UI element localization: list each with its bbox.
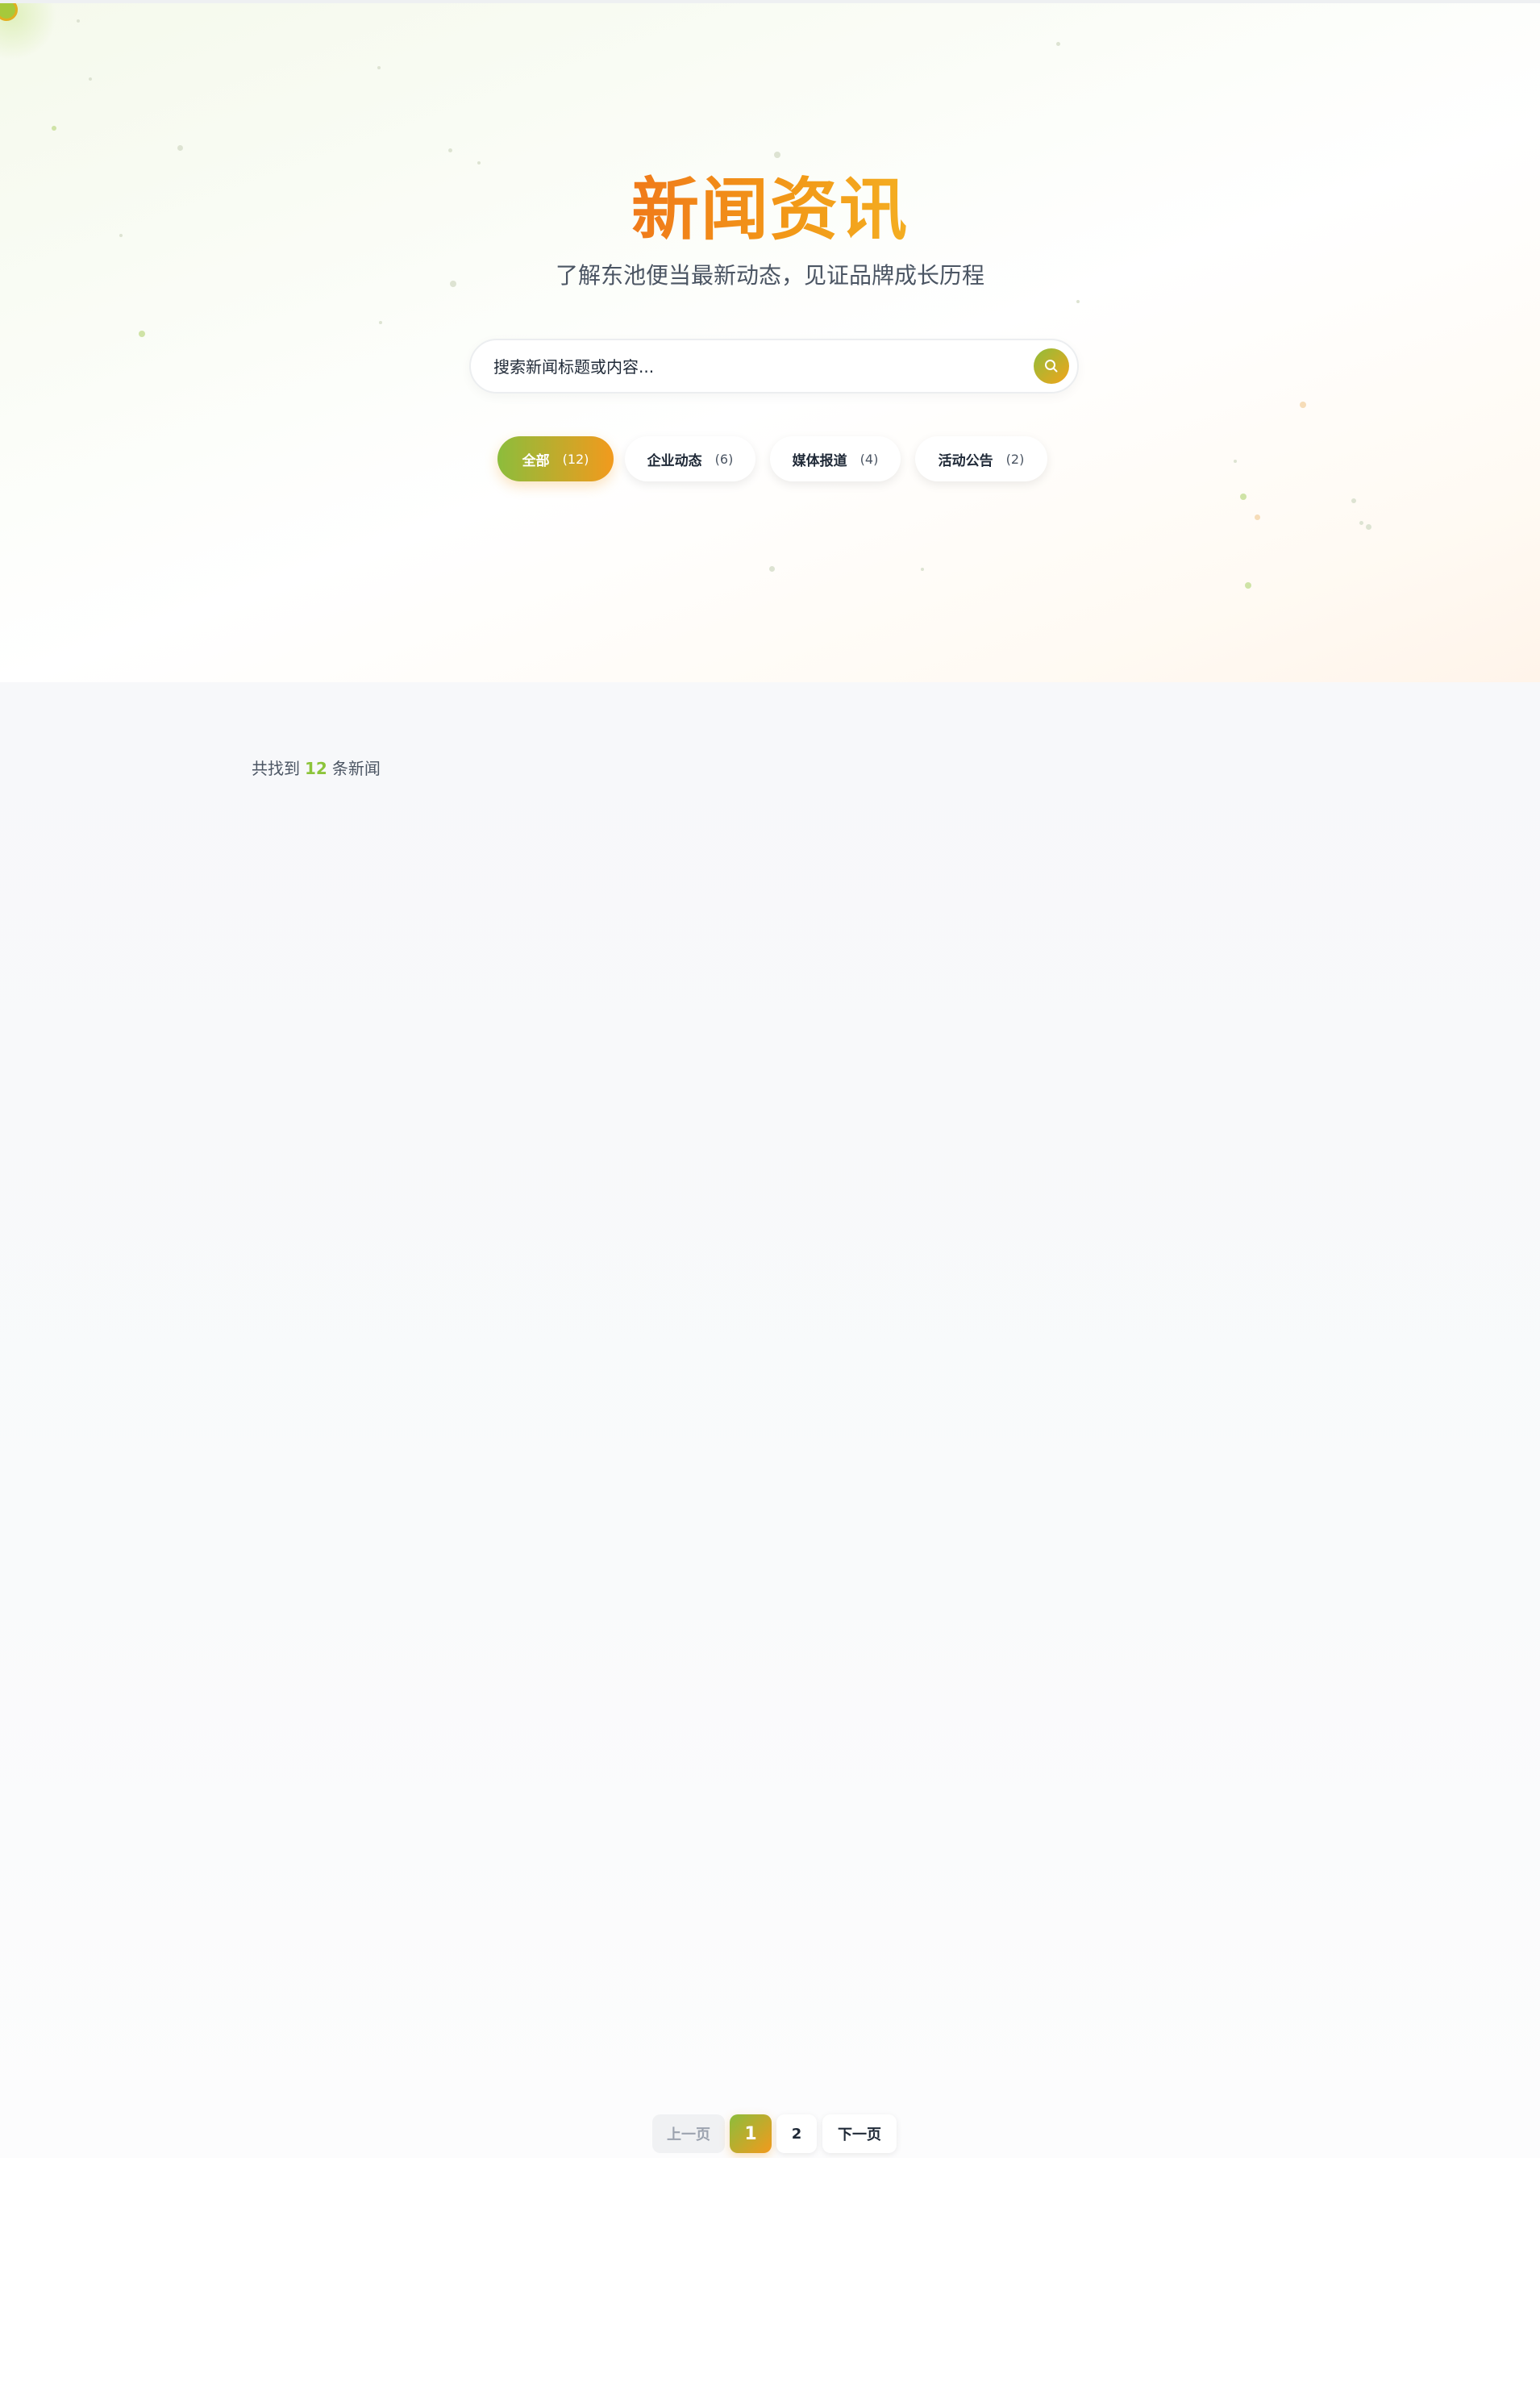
search-icon [1045,360,1058,373]
page-1-button[interactable]: 1 [730,2114,772,2153]
decor-dot [377,66,381,69]
decor-dot [379,321,382,324]
result-count: 共找到 12 条新闻 [252,756,381,781]
filter-tab-all[interactable]: 全部 (12) [497,436,614,481]
page-title: 新闻资讯 [0,169,1540,250]
filter-tab-label: 媒体报道 [792,452,847,469]
decor-dot [52,126,56,131]
result-count-number: 12 [305,759,327,778]
page-title-text: 新闻资讯 [631,170,909,249]
decor-dot [177,145,183,151]
search-bar [469,339,1079,394]
decor-dot [1245,582,1251,589]
next-page-button[interactable]: 下一页 [822,2114,897,2153]
filter-tab-count: (6) [714,451,734,467]
decor-dot [1056,42,1060,46]
decor-dot [1240,494,1247,500]
filter-tab-label: 活动公告 [938,452,993,469]
category-filter-tabs: 全部 (12) 企业动态 (6) 媒体报道 (4) 活动公告 (2) [0,436,1540,485]
filter-tab-media-reports[interactable]: 媒体报道 (4) [770,436,901,481]
decor-dot [774,152,780,158]
decor-dot [769,566,775,572]
filter-tab-count: (4) [859,451,879,467]
filter-tab-count: (12) [562,451,589,467]
decor-dot [1300,402,1306,408]
decor-dot [1255,514,1260,520]
decor-dot [89,77,92,81]
filter-tab-company-news[interactable]: 企业动态 (6) [625,436,755,481]
decor-dot [1359,521,1363,525]
decor-dot [477,161,481,165]
page-bottom-space [0,2158,1540,2395]
result-count-prefix: 共找到 [252,759,300,778]
prev-page-button[interactable]: 上一页 [652,2114,725,2153]
news-list-area [0,682,1540,2158]
search-button[interactable] [1034,348,1069,384]
filter-tab-count: (2) [1005,451,1025,467]
filter-tab-label: 全部 [522,452,550,469]
decor-dot [1076,300,1080,303]
result-count-suffix: 条新闻 [331,759,381,778]
decor-dot [77,19,80,23]
decor-dot [139,331,145,337]
filter-tab-label: 企业动态 [647,452,702,469]
page-subtitle: 了解东池便当最新动态，见证品牌成长历程 [555,262,984,289]
decor-dot [1351,498,1356,503]
search-input[interactable] [492,340,1011,394]
decor-dot [921,568,924,571]
page-2-button[interactable]: 2 [776,2114,817,2153]
decor-dot [1366,524,1371,530]
filter-tab-event-notices[interactable]: 活动公告 (2) [915,436,1047,481]
pagination: 上一页 1 2 下一页 [0,2114,1540,2156]
decor-dot [448,148,452,152]
